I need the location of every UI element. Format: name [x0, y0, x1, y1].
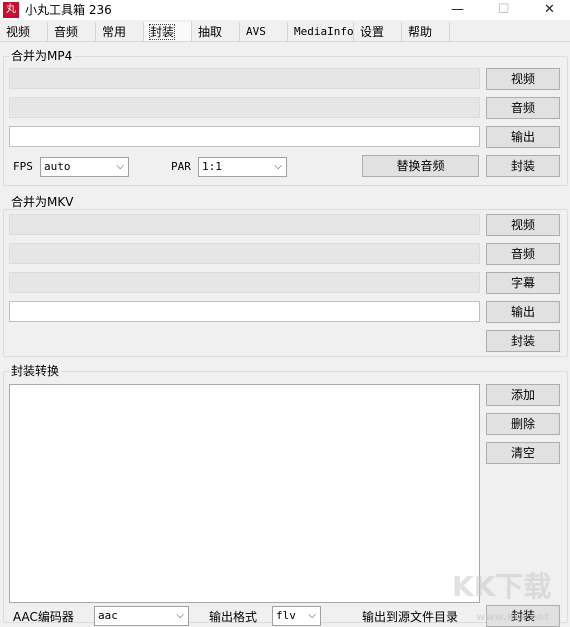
- mkv-output-button[interactable]: 输出: [486, 301, 560, 323]
- mp4-group-label: 合并为MP4: [9, 49, 75, 63]
- watermark-logo: KK下载: [452, 570, 552, 603]
- convert-group-label: 封装转换: [9, 364, 62, 378]
- mkv-group-label: 合并为MKV: [9, 195, 76, 209]
- chevron-down-icon: ⌵: [274, 161, 282, 172]
- mkv-audio-path-field[interactable]: [9, 243, 480, 264]
- convert-file-list[interactable]: [9, 384, 480, 603]
- tab-avs[interactable]: AVS: [240, 22, 288, 42]
- close-button[interactable]: ✕: [527, 0, 570, 20]
- mp4-output-path-input[interactable]: [9, 126, 480, 147]
- mkv-output-path-input[interactable]: [9, 301, 480, 322]
- mp4-mux-button[interactable]: 封装: [486, 155, 560, 177]
- tab-label: 帮助: [408, 25, 433, 39]
- convert-delete-button[interactable]: 删除: [486, 413, 560, 435]
- tab-label: 封装: [148, 24, 176, 40]
- chevron-down-icon: ⌵: [308, 610, 316, 621]
- aac-encoder-label: AAC编码器: [13, 610, 74, 624]
- tab-label: AVS: [246, 25, 266, 38]
- output-format-value: flv: [276, 609, 296, 622]
- aac-encoder-select[interactable]: aac ⌵: [94, 606, 189, 626]
- window-title: 小丸工具箱 236: [25, 3, 112, 17]
- tab-divider: [0, 41, 570, 42]
- tab-label: 视频: [6, 25, 31, 39]
- tab-extract[interactable]: 抽取: [192, 22, 240, 42]
- mp4-output-button[interactable]: 输出: [486, 126, 560, 148]
- output-format-select[interactable]: flv ⌵: [272, 606, 321, 626]
- mp4-audio-button[interactable]: 音频: [486, 97, 560, 119]
- mp4-video-path-field[interactable]: [9, 68, 480, 89]
- minimize-button[interactable]: —: [435, 0, 480, 20]
- chevron-down-icon: ⌵: [116, 161, 124, 172]
- par-select[interactable]: 1:1 ⌵: [198, 157, 287, 177]
- convert-add-button[interactable]: 添加: [486, 384, 560, 406]
- tab-label: 常用: [102, 25, 127, 39]
- tab-label: 音频: [54, 25, 79, 39]
- mkv-video-path-field[interactable]: [9, 214, 480, 235]
- par-value: 1:1: [202, 160, 222, 173]
- title-bar: 丸 小丸工具箱 236 — ☐ ✕: [0, 0, 570, 20]
- watermark-url: www.kkx.net: [476, 612, 550, 623]
- fps-label: FPS: [13, 160, 33, 173]
- maximize-button[interactable]: ☐: [481, 0, 526, 20]
- fps-value: auto: [44, 160, 71, 173]
- replace-audio-button[interactable]: 替换音频: [362, 155, 479, 177]
- mp4-audio-path-field[interactable]: [9, 97, 480, 118]
- tab-strip: 视频 音频 常用 封装 抽取 AVS MediaInfo 设置 帮助: [0, 22, 570, 42]
- convert-clear-button[interactable]: 清空: [486, 442, 560, 464]
- aac-encoder-value: aac: [98, 609, 118, 622]
- tab-mux[interactable]: 封装: [144, 22, 192, 42]
- tab-label: MediaInfo: [294, 25, 354, 38]
- mkv-subtitle-path-field[interactable]: [9, 272, 480, 293]
- tab-common[interactable]: 常用: [96, 22, 144, 42]
- mkv-mux-button[interactable]: 封装: [486, 330, 560, 352]
- mkv-audio-button[interactable]: 音频: [486, 243, 560, 265]
- output-to-source-label: 输出到源文件目录: [362, 610, 459, 624]
- output-format-label: 输出格式: [209, 610, 258, 624]
- tab-audio[interactable]: 音频: [48, 22, 96, 42]
- par-label: PAR: [171, 160, 191, 173]
- tab-label: 设置: [360, 25, 385, 39]
- fps-select[interactable]: auto ⌵: [40, 157, 129, 177]
- app-icon: 丸: [3, 2, 19, 18]
- mkv-video-button[interactable]: 视频: [486, 214, 560, 236]
- tab-mediainfo[interactable]: MediaInfo: [288, 22, 354, 42]
- tab-settings[interactable]: 设置: [354, 22, 402, 42]
- tab-label: 抽取: [198, 25, 223, 39]
- tab-video[interactable]: 视频: [0, 22, 48, 42]
- mp4-video-button[interactable]: 视频: [486, 68, 560, 90]
- tab-help[interactable]: 帮助: [402, 22, 450, 42]
- chevron-down-icon: ⌵: [176, 610, 184, 621]
- mkv-subtitle-button[interactable]: 字幕: [486, 272, 560, 294]
